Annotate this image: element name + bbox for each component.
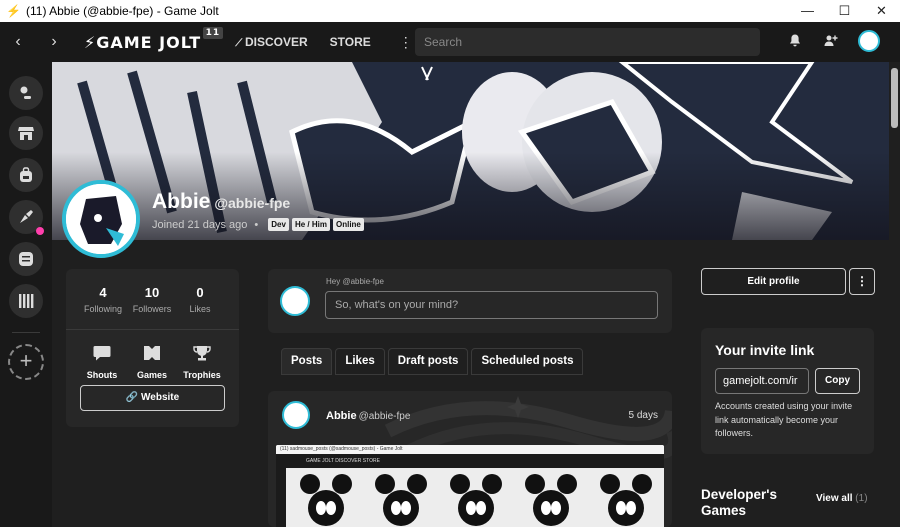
- games-label: Games: [136, 370, 168, 380]
- search-input[interactable]: Search: [415, 28, 760, 56]
- store-link[interactable]: STORE: [330, 35, 371, 49]
- profile-tabs: Posts Likes Draft posts Scheduled posts: [281, 348, 586, 375]
- window-title: (11) Abbie (@abbie-fpe) - Game Jolt: [26, 4, 219, 18]
- screenshot-navbar: GAME JOLT DISCOVER STORE: [276, 454, 664, 468]
- invite-link-field[interactable]: gamejolt.com/ir: [715, 368, 809, 394]
- online-tag: Online: [332, 218, 364, 231]
- invite-title: Your invite link: [715, 342, 815, 358]
- library-icon[interactable]: [9, 284, 43, 318]
- likes-label: Likes: [189, 304, 211, 314]
- feed-post[interactable]: Abbie @abbie-fpe 5 days (11) sadmouse_pos…: [268, 391, 672, 527]
- shouts-shortcut[interactable]: Shouts: [77, 345, 127, 380]
- mickey-heads-image: [276, 468, 664, 527]
- post-screenshot[interactable]: (11) sadmouse_posts (@sadmouse_posts) - …: [276, 445, 664, 527]
- tab-draft-posts[interactable]: Draft posts: [387, 348, 469, 375]
- chat-icon[interactable]: [9, 242, 43, 276]
- top-navigation: ‹ › ⚡GAME JOLT 11 ⟋ DISCOVER STORE ⋮ Sea…: [0, 22, 900, 62]
- post-author-handle: @abbie-fpe: [358, 411, 411, 422]
- shouts-icon: [77, 345, 127, 366]
- followers-label: Followers: [132, 304, 172, 314]
- view-all-count: (1): [855, 493, 868, 504]
- left-sidebar: +: [0, 62, 52, 527]
- following-label: Following: [83, 304, 123, 314]
- discover-label: DISCOVER: [244, 35, 308, 49]
- following-stat[interactable]: 4 Following: [78, 285, 128, 314]
- minimize-button[interactable]: —: [789, 0, 826, 22]
- meta-separator: •: [254, 218, 259, 231]
- pronouns-tag: He / Him: [291, 218, 330, 231]
- games-icon: [127, 345, 177, 366]
- backpack-icon[interactable]: [9, 158, 43, 192]
- website-label: Website: [141, 392, 180, 403]
- composer-avatar: [280, 286, 310, 316]
- tab-posts[interactable]: Posts: [281, 348, 333, 375]
- back-arrow-icon[interactable]: ‹: [0, 33, 36, 51]
- post-author[interactable]: Abbie @abbie-fpe: [326, 410, 410, 422]
- activity-icon[interactable]: [9, 76, 43, 110]
- post-author-avatar[interactable]: [282, 401, 310, 429]
- following-count: 4: [99, 285, 107, 300]
- followers-count: 10: [144, 285, 160, 300]
- followers-stat[interactable]: 10 Followers: [127, 285, 177, 314]
- close-button[interactable]: ✕: [863, 0, 900, 22]
- invite-description: Accounts created using your invite link …: [715, 401, 853, 438]
- invite-card: Your invite link gamejolt.com/ir Copy Ac…: [701, 328, 874, 454]
- website-button[interactable]: 🔗 Website: [80, 385, 225, 411]
- user-avatar-icon[interactable]: [858, 30, 880, 52]
- profile-more-icon[interactable]: ⋮: [849, 268, 875, 295]
- link-icon: 🔗: [125, 392, 142, 403]
- discover-link[interactable]: ⟋ DISCOVER: [235, 35, 307, 49]
- game-jolt-logo[interactable]: ⚡GAME JOLT 11: [84, 26, 224, 52]
- scrollbar-thumb[interactable]: [891, 68, 898, 128]
- profile-avatar[interactable]: [62, 180, 140, 258]
- notification-dot: [36, 227, 44, 235]
- nav-more-icon[interactable]: ⋮: [399, 34, 413, 51]
- friends-icon[interactable]: [824, 34, 838, 50]
- avatar-artwork: [66, 184, 136, 254]
- stats-card: 4 Following 10 Followers 0 Likes Shouts …: [66, 269, 239, 427]
- trophies-label: Trophies: [183, 370, 221, 380]
- joined-date: Joined 21 days ago: [152, 218, 248, 231]
- discover-icon: ⟋: [235, 38, 245, 49]
- shouts-label: Shouts: [86, 370, 118, 380]
- composer-input[interactable]: So, what's on your mind?: [325, 291, 658, 319]
- profile-name: Abbie @abbie-fpe: [152, 190, 290, 214]
- profile-display-name: Abbie: [152, 190, 211, 213]
- developer-games-title: Developer's Games: [701, 487, 777, 518]
- page-scrollbar[interactable]: [889, 62, 900, 527]
- dev-tag: Dev: [268, 218, 289, 231]
- trophy-icon: [177, 345, 227, 366]
- profile-meta: Joined 21 days ago • Dev He / Him Online: [152, 218, 364, 231]
- edit-profile-button[interactable]: Edit profile: [701, 268, 846, 295]
- game-jolt-app-icon: ⚡: [6, 4, 21, 18]
- store-icon[interactable]: [9, 116, 43, 150]
- logo-text: ⚡GAME JOLT: [84, 32, 202, 52]
- bell-icon[interactable]: [789, 34, 801, 50]
- view-all-link[interactable]: View all (1): [816, 493, 868, 504]
- window-titlebar: ⚡ (11) Abbie (@abbie-fpe) - Game Jolt — …: [0, 0, 900, 22]
- tab-likes[interactable]: Likes: [335, 348, 385, 375]
- copy-button[interactable]: Copy: [815, 368, 860, 394]
- trophies-shortcut[interactable]: Trophies: [177, 345, 227, 380]
- games-shortcut[interactable]: Games: [127, 345, 177, 380]
- post-author-name: Abbie: [326, 410, 357, 422]
- screenshot-titlebar: (11) sadmouse_posts (@sadmouse_posts) - …: [276, 445, 664, 454]
- stats-divider: [66, 329, 239, 330]
- maximize-button[interactable]: ☐: [826, 0, 863, 22]
- post-timestamp: 5 days: [628, 410, 658, 421]
- add-community-icon[interactable]: +: [8, 344, 44, 380]
- composer-greeting: Hey @abbie-fpe: [326, 277, 384, 286]
- profile-handle: @abbie-fpe: [214, 195, 291, 211]
- notification-count-badge: 11: [202, 26, 224, 39]
- window-controls: — ☐ ✕: [789, 0, 900, 22]
- forward-arrow-icon[interactable]: ›: [36, 33, 72, 51]
- view-all-label: View all: [816, 493, 853, 504]
- sidebar-divider: [12, 332, 40, 333]
- tab-scheduled-posts[interactable]: Scheduled posts: [471, 348, 584, 375]
- likes-count: 0: [196, 285, 204, 300]
- post-composer: Hey @abbie-fpe So, what's on your mind?: [268, 269, 672, 333]
- likes-stat[interactable]: 0 Likes: [175, 285, 225, 314]
